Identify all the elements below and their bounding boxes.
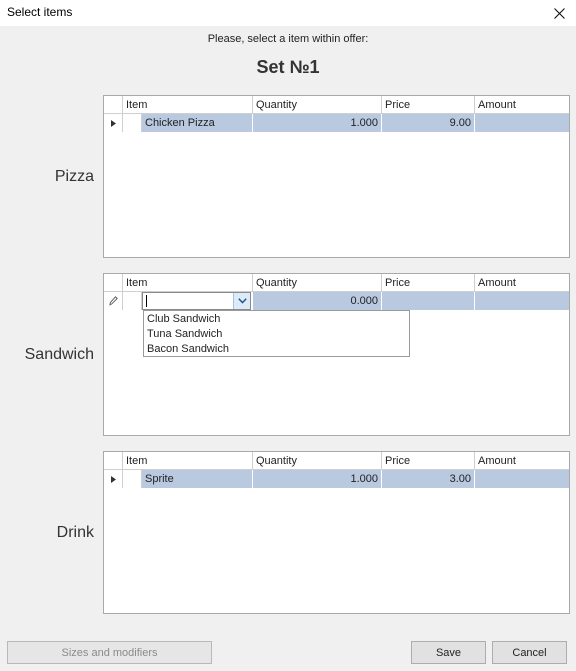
cell-quantity[interactable]: 1.000 xyxy=(253,470,382,488)
header-indicator xyxy=(104,452,123,469)
column-header-amount[interactable]: Amount xyxy=(475,274,569,291)
set-title: Set №1 xyxy=(256,57,320,77)
column-header-price[interactable]: Price xyxy=(382,274,475,291)
title-bar: Select items xyxy=(0,0,576,26)
save-button[interactable]: Save xyxy=(411,641,486,664)
cell-quantity[interactable]: 0.000 xyxy=(253,292,382,310)
section-label-pizza: Pizza xyxy=(54,168,94,185)
cell-item[interactable]: Sprite xyxy=(142,470,253,488)
window-title: Select items xyxy=(7,5,73,19)
cell-quantity[interactable]: 1.000 xyxy=(253,114,382,132)
section-label-sandwich: Sandwich xyxy=(24,346,94,363)
cancel-button[interactable]: Cancel xyxy=(492,641,567,664)
dropdown-option-tuna-sandwich[interactable]: Tuna Sandwich xyxy=(147,328,222,340)
text-caret xyxy=(146,295,147,307)
row-indicator xyxy=(104,114,123,132)
close-button[interactable] xyxy=(542,0,576,26)
row-indicator xyxy=(104,470,123,488)
cell-item[interactable]: Chicken Pizza xyxy=(142,114,253,132)
item-dropdown-list: Club Sandwich Tuna Sandwich Bacon Sandwi… xyxy=(143,310,410,357)
cell-amount[interactable] xyxy=(475,292,569,310)
grid-drink: Item Quantity Price Amount Sprite 1.000 … xyxy=(103,451,570,614)
row-pointer-icon xyxy=(110,119,116,127)
column-header-quantity[interactable]: Quantity xyxy=(253,96,382,113)
column-header-item[interactable]: Item xyxy=(123,274,253,291)
column-header-item[interactable]: Item xyxy=(123,452,253,469)
cell-price[interactable]: 3.00 xyxy=(382,470,475,488)
grid-pizza: Item Quantity Price Amount Chicken Pizza… xyxy=(103,95,570,258)
grid-header: Item Quantity Price Amount xyxy=(104,452,569,470)
table-row[interactable]: Chicken Pizza 1.000 9.00 xyxy=(104,114,569,132)
sizes-and-modifiers-button[interactable]: Sizes and modifiers xyxy=(7,641,212,664)
column-header-quantity[interactable]: Quantity xyxy=(253,274,382,291)
column-header-price[interactable]: Price xyxy=(382,96,475,113)
cell-price[interactable]: 9.00 xyxy=(382,114,475,132)
grid-header: Item Quantity Price Amount xyxy=(104,96,569,114)
column-header-price[interactable]: Price xyxy=(382,452,475,469)
row-checkbox-cell[interactable] xyxy=(123,114,142,132)
grid-header: Item Quantity Price Amount xyxy=(104,274,569,292)
item-combo-input[interactable] xyxy=(142,292,251,310)
header-indicator xyxy=(104,96,123,113)
pencil-icon xyxy=(108,296,118,306)
cell-amount[interactable] xyxy=(475,470,569,488)
cell-price[interactable] xyxy=(382,292,475,310)
cell-amount[interactable] xyxy=(475,114,569,132)
dropdown-button[interactable] xyxy=(233,293,250,309)
close-icon xyxy=(553,7,565,19)
chevron-down-icon xyxy=(237,298,247,304)
column-header-amount[interactable]: Amount xyxy=(475,452,569,469)
column-header-amount[interactable]: Amount xyxy=(475,96,569,113)
dropdown-option-bacon-sandwich[interactable]: Bacon Sandwich xyxy=(147,343,229,355)
row-checkbox-cell[interactable] xyxy=(123,470,142,488)
row-indicator xyxy=(104,292,123,310)
column-header-quantity[interactable]: Quantity xyxy=(253,452,382,469)
column-header-item[interactable]: Item xyxy=(123,96,253,113)
header-indicator xyxy=(104,274,123,291)
dropdown-option-club-sandwich[interactable]: Club Sandwich xyxy=(147,313,220,325)
row-pointer-icon xyxy=(110,475,116,483)
table-row[interactable]: Sprite 1.000 3.00 xyxy=(104,470,569,488)
row-checkbox-cell[interactable] xyxy=(123,292,142,310)
section-label-drink: Drink xyxy=(56,524,94,541)
instruction-text: Please, select a item within offer: xyxy=(207,33,369,45)
